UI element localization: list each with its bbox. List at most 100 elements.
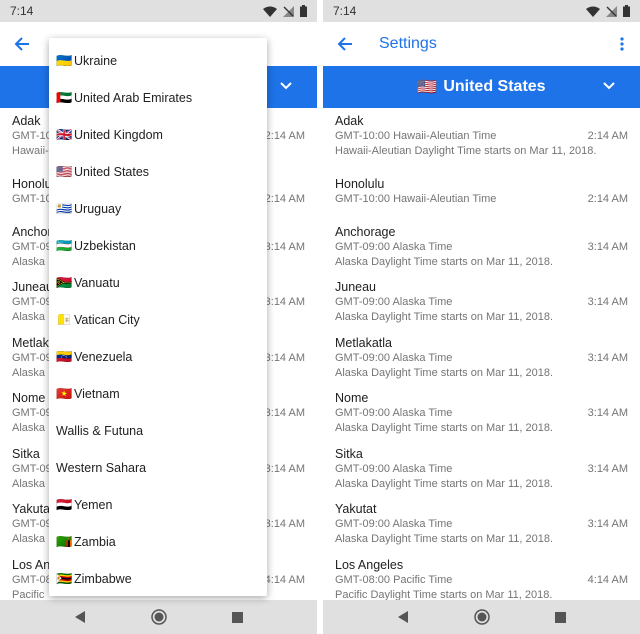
country-option-ukraine[interactable]: 🇺🇦 Ukraine <box>49 42 267 79</box>
wifi-icon <box>263 6 277 17</box>
nav-back-button[interactable] <box>388 602 418 632</box>
timezone-item[interactable]: Honolulu GMT-10:00 Hawaii-Aleutian Time 2… <box>335 177 628 207</box>
flag-icon: 🇬🇧 <box>56 126 73 142</box>
battery-icon <box>623 5 630 17</box>
flag-icon: 🇿🇼 <box>56 570 73 586</box>
back-button[interactable] <box>0 22 44 66</box>
nav-recents-button[interactable] <box>546 602 576 632</box>
timezone-time: 4:14 AM <box>264 574 305 586</box>
country-option-zimbabwe[interactable]: 🇿🇼 Zimbabwe <box>49 560 267 597</box>
country-option-venezuela[interactable]: 🇻🇪 Venezuela <box>49 338 267 375</box>
flag-icon: 🇻🇳 <box>56 385 73 401</box>
country-option-label: Vanuatu <box>74 275 120 290</box>
flag-icon: 🇺🇦 <box>56 52 73 68</box>
country-option-label: Ukraine <box>74 53 118 68</box>
timezone-item[interactable]: Nome GMT-09:00 Alaska Time 3:14 AM Alaska… <box>335 391 628 436</box>
timezone-time: 3:14 AM <box>264 463 305 475</box>
country-option-label: Vietnam <box>74 386 120 401</box>
country-option-zambia[interactable]: 🇿🇲 Zambia <box>49 523 267 560</box>
nav-recents-icon <box>555 611 566 623</box>
timezone-time: 3:14 AM <box>587 518 628 530</box>
arrow-left-icon <box>14 37 29 51</box>
timezone-list: Adak GMT-10:00 Hawaii-Aleutian Time 2:14 … <box>323 108 640 600</box>
overflow-menu-button[interactable] <box>610 22 634 66</box>
country-option-vatican-city[interactable]: 🇻🇦 Vatican City <box>49 301 267 338</box>
flag-icon: 🇾🇪 <box>56 496 73 512</box>
country-option-uzbekistan[interactable]: 🇺🇿 Uzbekistan <box>49 227 267 264</box>
nav-home-icon <box>150 609 167 625</box>
timezone-item[interactable]: Juneau GMT-09:00 Alaska Time 3:14 AM Alas… <box>335 280 628 325</box>
timezone-offset: GMT-10:00 Hawaii-Aleutian Time <box>335 130 497 142</box>
timezone-time: 2:14 AM <box>264 193 305 205</box>
timezone-item[interactable]: Anchorage GMT-09:00 Alaska Time 3:14 AM A… <box>335 225 628 270</box>
country-option-uae[interactable]: 🇦🇪 United Arab Emirates <box>49 79 267 116</box>
country-option-vietnam[interactable]: 🇻🇳 Vietnam <box>49 375 267 412</box>
country-option-label: Venezuela <box>74 349 133 364</box>
flag-icon: 🇦🇪 <box>56 89 73 105</box>
timezone-dst-note: Hawaii-Aleutian Daylight Time starts on … <box>335 145 597 157</box>
country-option-vanuatu[interactable]: 🇻🇺 Vanuatu <box>49 264 267 301</box>
country-option-label: United Arab Emirates <box>74 90 193 105</box>
timezone-item[interactable]: Metlakatla GMT-09:00 Alaska Time 3:14 AM … <box>335 336 628 381</box>
timezone-item[interactable]: Sitka GMT-09:00 Alaska Time 3:14 AM Alask… <box>335 447 628 492</box>
flag-icon: 🇿🇲 <box>56 533 73 549</box>
timezone-dst-note: Pacific Daylight Time starts on Mar 11, … <box>335 589 553 600</box>
back-button[interactable] <box>323 22 367 66</box>
signal-off-icon <box>283 5 294 17</box>
more-vert-icon <box>620 37 624 51</box>
country-option-western-sahara[interactable]: Western Sahara <box>49 449 267 486</box>
flag-icon: 🇺🇸 <box>56 163 73 179</box>
chevron-down-icon <box>603 82 615 90</box>
country-option-label: Uruguay <box>74 201 122 216</box>
timezone-time: 3:14 AM <box>264 352 305 364</box>
country-option-wallis-futuna[interactable]: Wallis & Futuna <box>49 412 267 449</box>
status-bar: 7:14 <box>0 0 317 22</box>
navigation-bar <box>323 600 640 634</box>
timezone-city: Los Angeles <box>335 558 404 572</box>
timezone-time: 2:14 AM <box>587 130 628 142</box>
country-option-label: Wallis & Futuna <box>56 423 144 438</box>
timezone-time: 3:14 AM <box>264 518 305 530</box>
country-option-label: Zambia <box>74 534 116 549</box>
timezone-time: 4:14 AM <box>587 574 628 586</box>
timezone-item[interactable]: Los Angeles GMT-08:00 Pacific Time 4:14 A… <box>335 558 628 600</box>
country-selector[interactable]: 🇺🇸 United States <box>323 66 640 108</box>
timezone-offset: GMT-09:00 Alaska Time <box>335 518 453 530</box>
timezone-item[interactable]: Yakutat GMT-09:00 Alaska Time 3:14 AM Ala… <box>335 502 628 547</box>
nav-recents-icon <box>232 611 243 623</box>
left-screen: 7:14 Adak GMT-10 2:14 AM Hawaii- Honolu G… <box>0 0 317 634</box>
flag-icon: 🇻🇦 <box>56 311 73 327</box>
country-option-us[interactable]: 🇺🇸 United States <box>49 153 267 190</box>
battery-icon <box>300 5 307 17</box>
country-dropdown-menu: 🇺🇦 Ukraine 🇦🇪 United Arab Emirates 🇬🇧 Unite… <box>49 38 267 596</box>
right-screen: 7:14 Settings 🇺🇸 United States Adak GMT-… <box>323 0 640 634</box>
country-option-uruguay[interactable]: 🇺🇾 Uruguay <box>49 190 267 227</box>
timezone-time: 3:14 AM <box>264 241 305 253</box>
country-option-uk[interactable]: 🇬🇧 United Kingdom <box>49 116 267 153</box>
flag-icon: 🇺🇿 <box>56 237 73 253</box>
nav-home-button[interactable] <box>144 602 174 632</box>
timezone-item[interactable]: Adak GMT-10:00 Hawaii-Aleutian Time 2:14 … <box>335 114 628 159</box>
timezone-offset: GMT-09:00 Alaska Time <box>335 463 453 475</box>
timezone-time: 2:14 AM <box>587 193 628 205</box>
country-option-label: United Kingdom <box>74 127 163 142</box>
flag-icon: 🇺🇸 <box>417 79 438 96</box>
country-option-label: Yemen <box>74 497 113 512</box>
country-option-yemen[interactable]: 🇾🇪 Yemen <box>49 486 267 523</box>
timezone-city: Nome <box>335 391 369 405</box>
timezone-time: 3:14 AM <box>587 296 628 308</box>
country-option-label: Western Sahara <box>56 460 147 475</box>
timezone-dst-note: Alaska Daylight Time starts on Mar 11, 2… <box>335 256 554 268</box>
timezone-dst-note: Alaska Daylight Time starts on Mar 11, 2… <box>335 311 554 323</box>
timezone-offset: GMT-09:00 Alaska Time <box>335 407 453 419</box>
country-option-label: Vatican City <box>74 312 140 327</box>
timezone-city: Anchorage <box>335 225 396 239</box>
timezone-offset: GMT-09:00 Alaska Time <box>335 241 453 253</box>
timezone-time: 3:14 AM <box>587 463 628 475</box>
flag-icon: 🇻🇺 <box>56 274 73 290</box>
nav-home-button[interactable] <box>467 602 497 632</box>
flag-icon: 🇺🇾 <box>56 200 73 216</box>
nav-recents-button[interactable] <box>223 602 253 632</box>
timezone-time: 3:14 AM <box>264 296 305 308</box>
nav-back-button[interactable] <box>65 602 95 632</box>
